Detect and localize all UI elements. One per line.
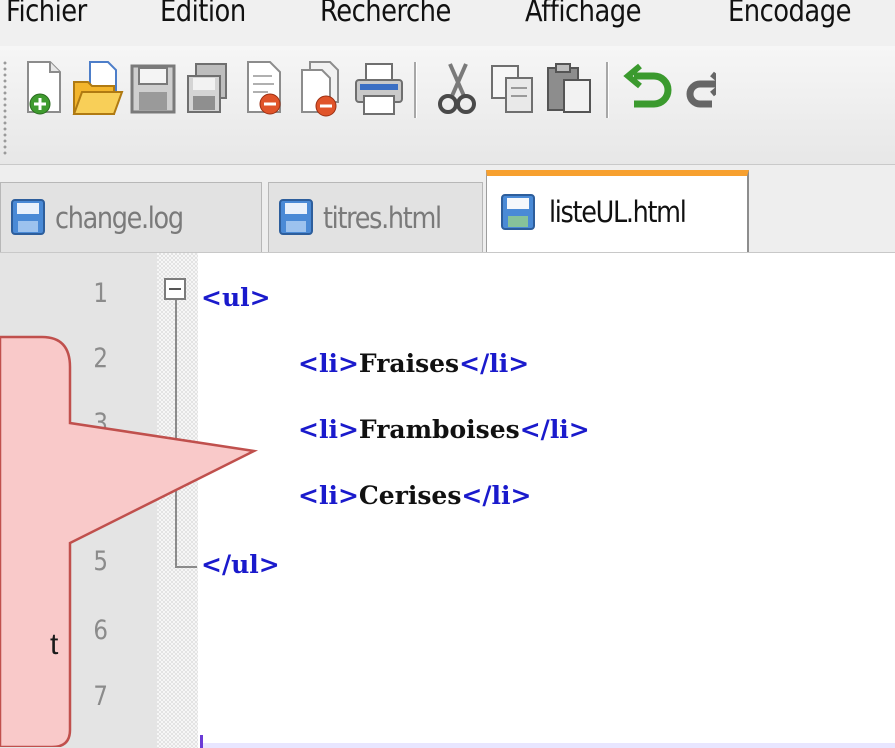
line-number: 6	[93, 615, 108, 646]
cut-icon	[438, 63, 476, 114]
tab-listeul-html[interactable]: listeUL.html	[486, 170, 749, 253]
code-text: Cerises	[358, 481, 462, 510]
tab-change-log[interactable]: change.log	[0, 182, 262, 252]
menu-recherche[interactable]: Recherche	[320, 0, 451, 29]
save-all-button[interactable]	[180, 58, 238, 120]
copy-icon	[491, 65, 533, 113]
redo-button[interactable]	[676, 58, 716, 120]
new-file-icon	[27, 61, 61, 115]
save-icon	[130, 64, 176, 114]
cut-button[interactable]	[428, 58, 486, 120]
code-tag: </ul>	[201, 550, 280, 579]
open-file-button[interactable]	[68, 58, 126, 120]
code-text: Framboises	[358, 415, 520, 444]
print-button[interactable]	[350, 58, 408, 120]
code-text: Fraises	[358, 349, 460, 378]
line-number: 5	[93, 546, 108, 577]
current-line-highlight	[200, 743, 895, 748]
tab-bar: change.log titres.html listeUL.html	[0, 165, 895, 253]
undo-button[interactable]	[620, 58, 678, 120]
saved-file-icon	[279, 199, 313, 235]
code-tag: <li>	[298, 415, 359, 444]
new-file-button[interactable]	[14, 58, 72, 120]
undo-icon	[623, 63, 672, 108]
toolbar-separator	[414, 62, 417, 118]
code-line: <li>Cerises</li>	[298, 481, 531, 510]
fold-margin	[157, 253, 198, 748]
toolbar-grip[interactable]	[2, 60, 8, 156]
open-folder-icon	[72, 61, 124, 115]
saved-file-icon	[501, 194, 535, 230]
code-line: <ul>	[201, 283, 271, 312]
code-tag: </li>	[461, 481, 532, 510]
fold-toggle-icon[interactable]	[164, 278, 186, 300]
line-number: 1	[93, 278, 108, 309]
close-button[interactable]	[236, 58, 294, 120]
line-number: 2	[93, 343, 108, 374]
close-icon	[247, 61, 281, 115]
close-all-button[interactable]	[292, 58, 350, 120]
code-tag: <ul>	[201, 283, 271, 312]
code-line: </ul>	[201, 550, 280, 579]
paste-button[interactable]	[540, 58, 598, 120]
menu-fichier[interactable]: Fichier	[6, 0, 87, 29]
menu-encodage[interactable]: Encodage	[728, 0, 851, 29]
paste-icon	[547, 63, 591, 113]
copy-button[interactable]	[484, 58, 542, 120]
menu-bar: Fichier Edition Recherche Affichage Enco…	[0, 0, 895, 46]
code-line: <li>Framboises</li>	[298, 415, 590, 444]
tab-titres-html[interactable]: titres.html	[268, 182, 483, 252]
code-tag: <li>	[298, 481, 359, 510]
text-caret	[200, 735, 203, 748]
save-button[interactable]	[124, 58, 182, 120]
code-line: <li>Fraises</li>	[298, 349, 529, 378]
code-tag: <li>	[298, 349, 359, 378]
line-number: 7	[93, 681, 108, 712]
close-all-icon	[301, 61, 339, 117]
fold-guide-end	[175, 566, 197, 568]
toolbar-separator	[606, 62, 609, 118]
line-number: 3	[93, 408, 108, 439]
redo-icon	[686, 71, 716, 108]
fold-guide-line	[175, 300, 177, 568]
menu-affichage[interactable]: Affichage	[525, 0, 642, 29]
code-tag: </li>	[459, 349, 530, 378]
menu-edition[interactable]: Edition	[160, 0, 246, 29]
saved-file-icon	[11, 199, 45, 235]
tab-label: change.log	[55, 201, 184, 235]
line-number: 4	[93, 473, 108, 504]
print-icon	[355, 63, 403, 115]
line-number-gutter: 1 2 3 4 5 6 7	[0, 253, 157, 748]
tab-label: listeUL.html	[549, 195, 687, 229]
toolbar	[0, 46, 895, 165]
tab-label: titres.html	[323, 201, 442, 235]
code-tag: </li>	[519, 415, 590, 444]
save-all-icon	[187, 63, 227, 113]
code-editor[interactable]: 1 2 3 4 5 6 7 <ul> <li>Fraises</li> <li>…	[0, 252, 895, 748]
